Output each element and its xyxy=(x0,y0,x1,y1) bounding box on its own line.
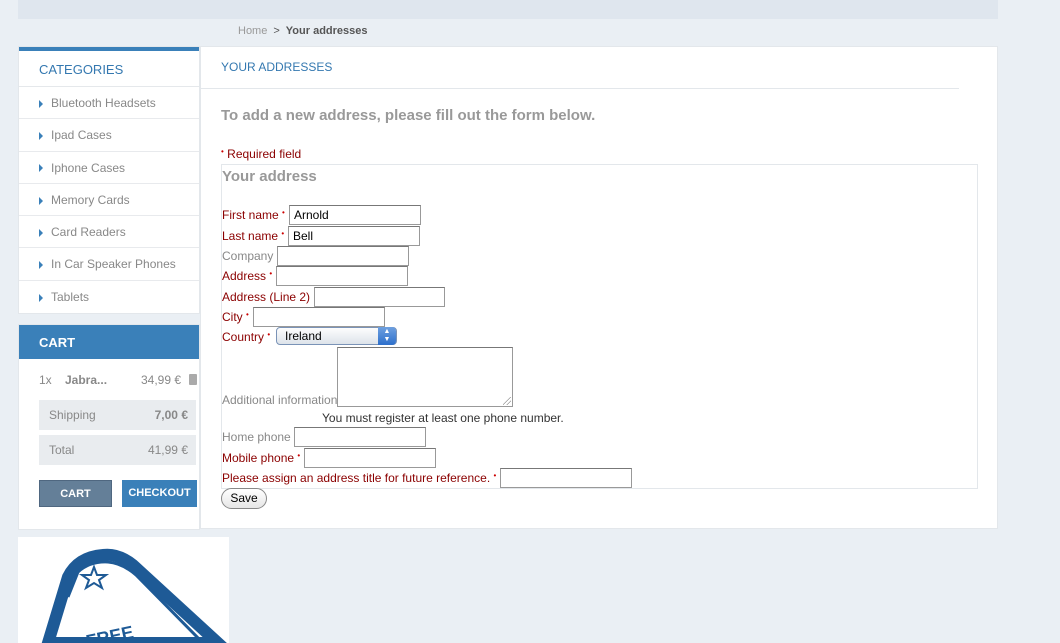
breadcrumb: Home > Your addresses xyxy=(238,25,368,37)
stamp-graphic: FREE xyxy=(41,548,227,643)
cart-shipping-label: Shipping xyxy=(49,408,96,423)
country-label: Country • xyxy=(222,330,270,344)
required-mark: • xyxy=(246,310,249,319)
home-phone-input[interactable] xyxy=(294,427,426,447)
mobile-phone-label: Mobile phone • xyxy=(222,451,300,465)
last-name-label-text: Last name xyxy=(222,229,279,243)
cart-shipping-row: Shipping 7,00 € xyxy=(39,400,196,431)
category-item-iphone-cases[interactable]: Iphone Cases xyxy=(19,152,199,184)
mobile-phone-label-text: Mobile phone xyxy=(222,451,295,465)
address-label-text: Address xyxy=(222,269,267,283)
required-mark: • xyxy=(281,229,285,238)
breadcrumb-separator: > xyxy=(273,25,280,37)
divider xyxy=(201,88,959,89)
breadcrumb-current: Your addresses xyxy=(285,25,368,37)
additional-info-textarea[interactable] xyxy=(337,347,513,407)
cart-button[interactable]: CART xyxy=(39,480,112,508)
address-label: Address • xyxy=(222,269,272,283)
category-item-card-readers[interactable]: Card Readers xyxy=(19,216,199,249)
cart-title[interactable]: CART xyxy=(19,325,199,360)
company-input[interactable] xyxy=(277,246,409,266)
address-fieldset: Your address First name • Last name • Co… xyxy=(221,164,978,489)
category-label: Bluetooth Headsets xyxy=(51,96,156,110)
required-field-note: • Required field xyxy=(221,147,301,161)
fieldset-title: Your address xyxy=(222,168,317,185)
city-label-text: City xyxy=(222,310,243,324)
address-input[interactable] xyxy=(276,266,408,286)
required-mark: • xyxy=(493,471,497,480)
company-label: Company xyxy=(222,249,274,263)
additional-info-label: Additional information xyxy=(222,393,338,407)
bullet-arrow-icon xyxy=(39,229,43,238)
page-title: YOUR ADDRESSES xyxy=(221,60,333,74)
checkout-button[interactable]: CHECKOUT xyxy=(122,480,197,508)
city-label: City • xyxy=(222,310,249,324)
cart-block: CART 1x Jabra... 34,99 € Shipping 7,00 €… xyxy=(18,324,200,531)
address2-label: Address (Line 2) xyxy=(222,290,311,304)
mobile-phone-input[interactable] xyxy=(304,448,436,468)
required-mark: • xyxy=(297,451,301,460)
categories-block: CATEGORIES Bluetooth Headsets Ipad Cases… xyxy=(18,46,200,315)
country-select-value: Ireland xyxy=(285,329,322,343)
resize-grip-icon[interactable] xyxy=(503,397,511,405)
category-item-bluetooth-headsets[interactable]: Bluetooth Headsets xyxy=(19,87,199,120)
category-label: Card Readers xyxy=(51,225,126,240)
stamp-text: FREE xyxy=(84,622,135,643)
category-item-in-car-speaker-phones[interactable]: In Car Speaker Phones xyxy=(19,248,199,281)
categories-title: CATEGORIES xyxy=(19,47,199,87)
category-label: In Car Speaker Phones xyxy=(51,257,176,272)
cart-total-label: Total xyxy=(49,443,75,458)
address-alias-label: Please assign an address title for futur… xyxy=(222,471,496,485)
address2-input[interactable] xyxy=(314,287,445,307)
cart-item-qty: 1x xyxy=(39,373,52,388)
bullet-arrow-icon xyxy=(39,293,43,302)
required-mark: • xyxy=(269,269,273,278)
country-label-text: Country xyxy=(222,330,265,344)
breadcrumb-home-link[interactable]: Home xyxy=(238,25,267,37)
country-select[interactable]: Ireland ▲ ▼ xyxy=(276,327,397,345)
cart-total-value: 41,99 € xyxy=(147,443,188,458)
cart-shipping-value: 7,00 € xyxy=(154,408,188,423)
bullet-arrow-icon xyxy=(39,261,43,270)
bullet-arrow-icon xyxy=(39,164,43,173)
cart-item-name[interactable]: Jabra... xyxy=(65,373,107,387)
required-mark: • xyxy=(282,208,285,217)
free-shipping-stamp: FREE xyxy=(18,537,229,643)
bullet-arrow-icon xyxy=(39,132,43,141)
top-bar xyxy=(18,0,998,19)
category-item-memory-cards[interactable]: Memory Cards xyxy=(19,184,199,217)
phone-requirement-note: You must register at least one phone num… xyxy=(322,411,564,425)
form-intro: To add a new address, please fill out th… xyxy=(221,107,596,124)
cart-total-row: Total 41,99 € xyxy=(39,435,196,466)
save-button[interactable]: Save xyxy=(221,488,267,509)
select-arrows-icon: ▲ ▼ xyxy=(378,327,396,345)
first-name-label-text: First name xyxy=(222,208,279,222)
last-name-label: Last name • xyxy=(222,229,284,243)
last-name-input[interactable] xyxy=(288,226,420,246)
sidebar: CATEGORIES Bluetooth Headsets Ipad Cases… xyxy=(18,46,200,531)
trash-icon[interactable] xyxy=(189,374,197,386)
category-label: Iphone Cases xyxy=(51,160,126,175)
category-item-tablets[interactable]: Tablets xyxy=(19,281,199,313)
category-label: Ipad Cases xyxy=(51,128,112,143)
category-item-ipad-cases[interactable]: Ipad Cases xyxy=(19,119,199,152)
bullet-arrow-icon xyxy=(39,196,43,205)
bullet-arrow-icon xyxy=(39,99,43,108)
main-content: YOUR ADDRESSES To add a new address, ple… xyxy=(200,46,998,529)
address-alias-label-text: Please assign an address title for futur… xyxy=(222,471,491,485)
first-name-label: First name • xyxy=(222,208,285,222)
category-label: Tablets xyxy=(51,289,90,304)
required-field-text: Required field xyxy=(227,147,302,161)
category-label: Memory Cards xyxy=(51,192,130,207)
home-phone-label: Home phone xyxy=(222,430,291,444)
required-mark: • xyxy=(221,147,224,156)
address-alias-input[interactable] xyxy=(500,468,632,488)
city-input[interactable] xyxy=(253,307,385,327)
first-name-input[interactable] xyxy=(289,205,421,225)
cart-item-price: 34,99 € xyxy=(141,373,182,388)
required-mark: • xyxy=(267,330,271,339)
